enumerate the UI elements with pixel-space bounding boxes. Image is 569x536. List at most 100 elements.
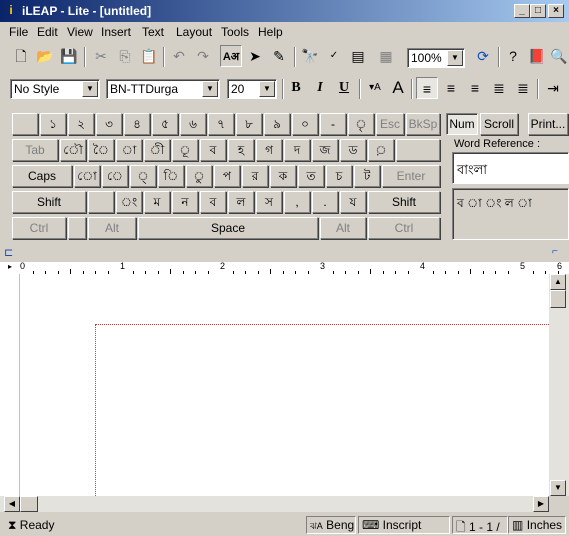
font-select[interactable]: BN-TTDurga ▼ — [106, 79, 220, 99]
status-units[interactable]: ▥ Inches — [508, 516, 566, 534]
justify-all-icon[interactable]: ≣ — [512, 77, 534, 99]
font-larger-icon[interactable]: A — [387, 77, 409, 99]
align-center-icon[interactable]: ≡ — [440, 77, 462, 99]
chevron-down-icon[interactable]: ▼ — [447, 50, 463, 66]
font-smaller-icon[interactable]: ▾A — [364, 77, 386, 99]
spellcheck-icon[interactable]: ✓ — [323, 45, 345, 67]
key-r[interactable]: ী — [144, 139, 170, 161]
text-frame[interactable] — [95, 324, 549, 496]
key-h[interactable]: প — [214, 165, 240, 187]
key-p[interactable]: জ — [312, 139, 338, 161]
key-ctrl-right[interactable]: Ctrl — [368, 217, 440, 239]
scroll-lock-toggle[interactable]: Scroll — [480, 113, 518, 135]
key-alt-left[interactable]: Alt — [88, 217, 136, 239]
chevron-down-icon[interactable]: ▼ — [82, 81, 98, 97]
key-t[interactable]: ূ — [172, 139, 198, 161]
scroll-left-icon[interactable]: ◀ — [4, 496, 20, 512]
key-minus[interactable]: - — [320, 113, 346, 135]
key-bracket-left[interactable]: ড — [340, 139, 366, 161]
menu-tools[interactable]: Tools — [221, 25, 249, 39]
key-3[interactable]: ৩ — [96, 113, 122, 135]
key-7[interactable]: ৭ — [208, 113, 234, 135]
key-4[interactable]: ৪ — [124, 113, 150, 135]
document-area[interactable] — [0, 274, 549, 496]
key-slash[interactable]: য — [340, 191, 366, 213]
key-1[interactable]: ১ — [40, 113, 66, 135]
key-2[interactable]: ২ — [68, 113, 94, 135]
cut-icon[interactable]: ✂ — [90, 45, 112, 67]
key-j[interactable]: র — [242, 165, 268, 187]
key-q[interactable]: ৌ — [60, 139, 86, 161]
pointer-icon[interactable]: ➤ — [244, 45, 266, 67]
indent-icon[interactable]: ⇥ — [542, 77, 564, 99]
close-button[interactable]: × — [548, 4, 564, 18]
menu-layout[interactable]: Layout — [176, 25, 212, 39]
key-comma[interactable]: , — [284, 191, 310, 213]
key-equals[interactable]: ৃ — [348, 113, 374, 135]
scroll-down-icon[interactable]: ▼ — [550, 480, 566, 496]
key-a[interactable]: ো — [74, 165, 100, 187]
key-period[interactable]: . — [312, 191, 338, 213]
zoom-select[interactable]: 100% ▼ — [407, 48, 465, 68]
scroll-right-icon[interactable]: ▶ — [533, 496, 549, 512]
save-icon[interactable]: 💾 — [58, 45, 80, 67]
key-ctrl-left[interactable]: Ctrl — [12, 217, 66, 239]
key-d[interactable]: ্ — [130, 165, 156, 187]
copy-icon[interactable]: ⎘ — [114, 45, 136, 67]
key-9[interactable]: ৯ — [264, 113, 290, 135]
align-right-icon[interactable]: ≡ — [464, 77, 486, 99]
key-backspace[interactable]: BkSp — [406, 113, 440, 135]
style-select[interactable]: No Style ▼ — [10, 79, 100, 99]
key-blank[interactable] — [396, 139, 440, 161]
new-icon[interactable]: 🗋 — [10, 45, 32, 67]
justify-icon[interactable]: ≣ — [488, 77, 510, 99]
menu-edit[interactable]: Edit — [37, 25, 58, 39]
hscroll-thumb[interactable] — [20, 496, 38, 512]
layout-icon[interactable]: ▦ — [375, 45, 397, 67]
key-s[interactable]: ে — [102, 165, 128, 187]
key-8[interactable]: ৮ — [236, 113, 262, 135]
key-e[interactable]: া — [116, 139, 142, 161]
open-icon[interactable]: 📂 — [34, 45, 56, 67]
key-w[interactable]: ৈ — [88, 139, 114, 161]
vertical-scrollbar[interactable]: ▲ ▼ — [549, 274, 569, 496]
key-0[interactable]: ০ — [292, 113, 318, 135]
key-quote[interactable]: ট — [354, 165, 380, 187]
key-v[interactable]: ব — [200, 191, 226, 213]
key-tab[interactable]: Tab — [12, 139, 58, 161]
chevron-down-icon[interactable]: ▼ — [202, 81, 218, 97]
maximize-button[interactable]: □ — [530, 4, 546, 18]
horizontal-scrollbar[interactable]: ◀ ▶ — [0, 496, 549, 512]
key-semicolon[interactable]: চ — [326, 165, 352, 187]
transliterate-icon[interactable]: ▤ — [347, 45, 369, 67]
italic-button[interactable]: I — [309, 77, 331, 99]
scroll-up-icon[interactable]: ▲ — [550, 274, 566, 290]
key-space[interactable]: Space — [138, 217, 318, 239]
menu-insert[interactable]: Insert — [101, 25, 131, 39]
key-blank-2[interactable] — [88, 191, 114, 213]
word-reference-input[interactable]: বাংলা — [452, 152, 569, 184]
key-i[interactable]: গ — [256, 139, 282, 161]
text-mode-icon[interactable]: Aअ — [220, 45, 242, 67]
key-esc[interactable]: Esc — [376, 113, 404, 135]
left-indent-icon[interactable]: ▸ — [8, 262, 12, 271]
right-marker-icon[interactable]: ⌐ — [552, 246, 558, 257]
tab-marker-icon[interactable]: ⊏ — [4, 246, 13, 259]
status-language[interactable]: ঝA Beng — [306, 516, 356, 534]
key-y[interactable]: ব — [200, 139, 226, 161]
print-button[interactable]: Print... — [528, 113, 568, 135]
undo-icon[interactable]: ↶ — [168, 45, 190, 67]
menu-text[interactable]: Text — [142, 25, 164, 39]
scroll-thumb[interactable] — [550, 290, 566, 308]
underline-button[interactable]: U — [333, 77, 355, 99]
key-6[interactable]: ৬ — [180, 113, 206, 135]
pencil-icon[interactable]: ✎ — [268, 45, 290, 67]
size-select[interactable]: 20 ▼ — [227, 79, 277, 99]
align-left-icon[interactable]: ≡ — [416, 77, 438, 99]
num-lock-toggle[interactable]: Num — [446, 113, 478, 135]
chevron-down-icon[interactable]: ▼ — [259, 81, 275, 97]
menu-file[interactable]: File — [9, 25, 28, 39]
minimize-button[interactable]: _ — [514, 4, 530, 18]
preview-icon[interactable]: 🔍 — [548, 45, 569, 67]
key-blank-3[interactable] — [68, 217, 86, 239]
